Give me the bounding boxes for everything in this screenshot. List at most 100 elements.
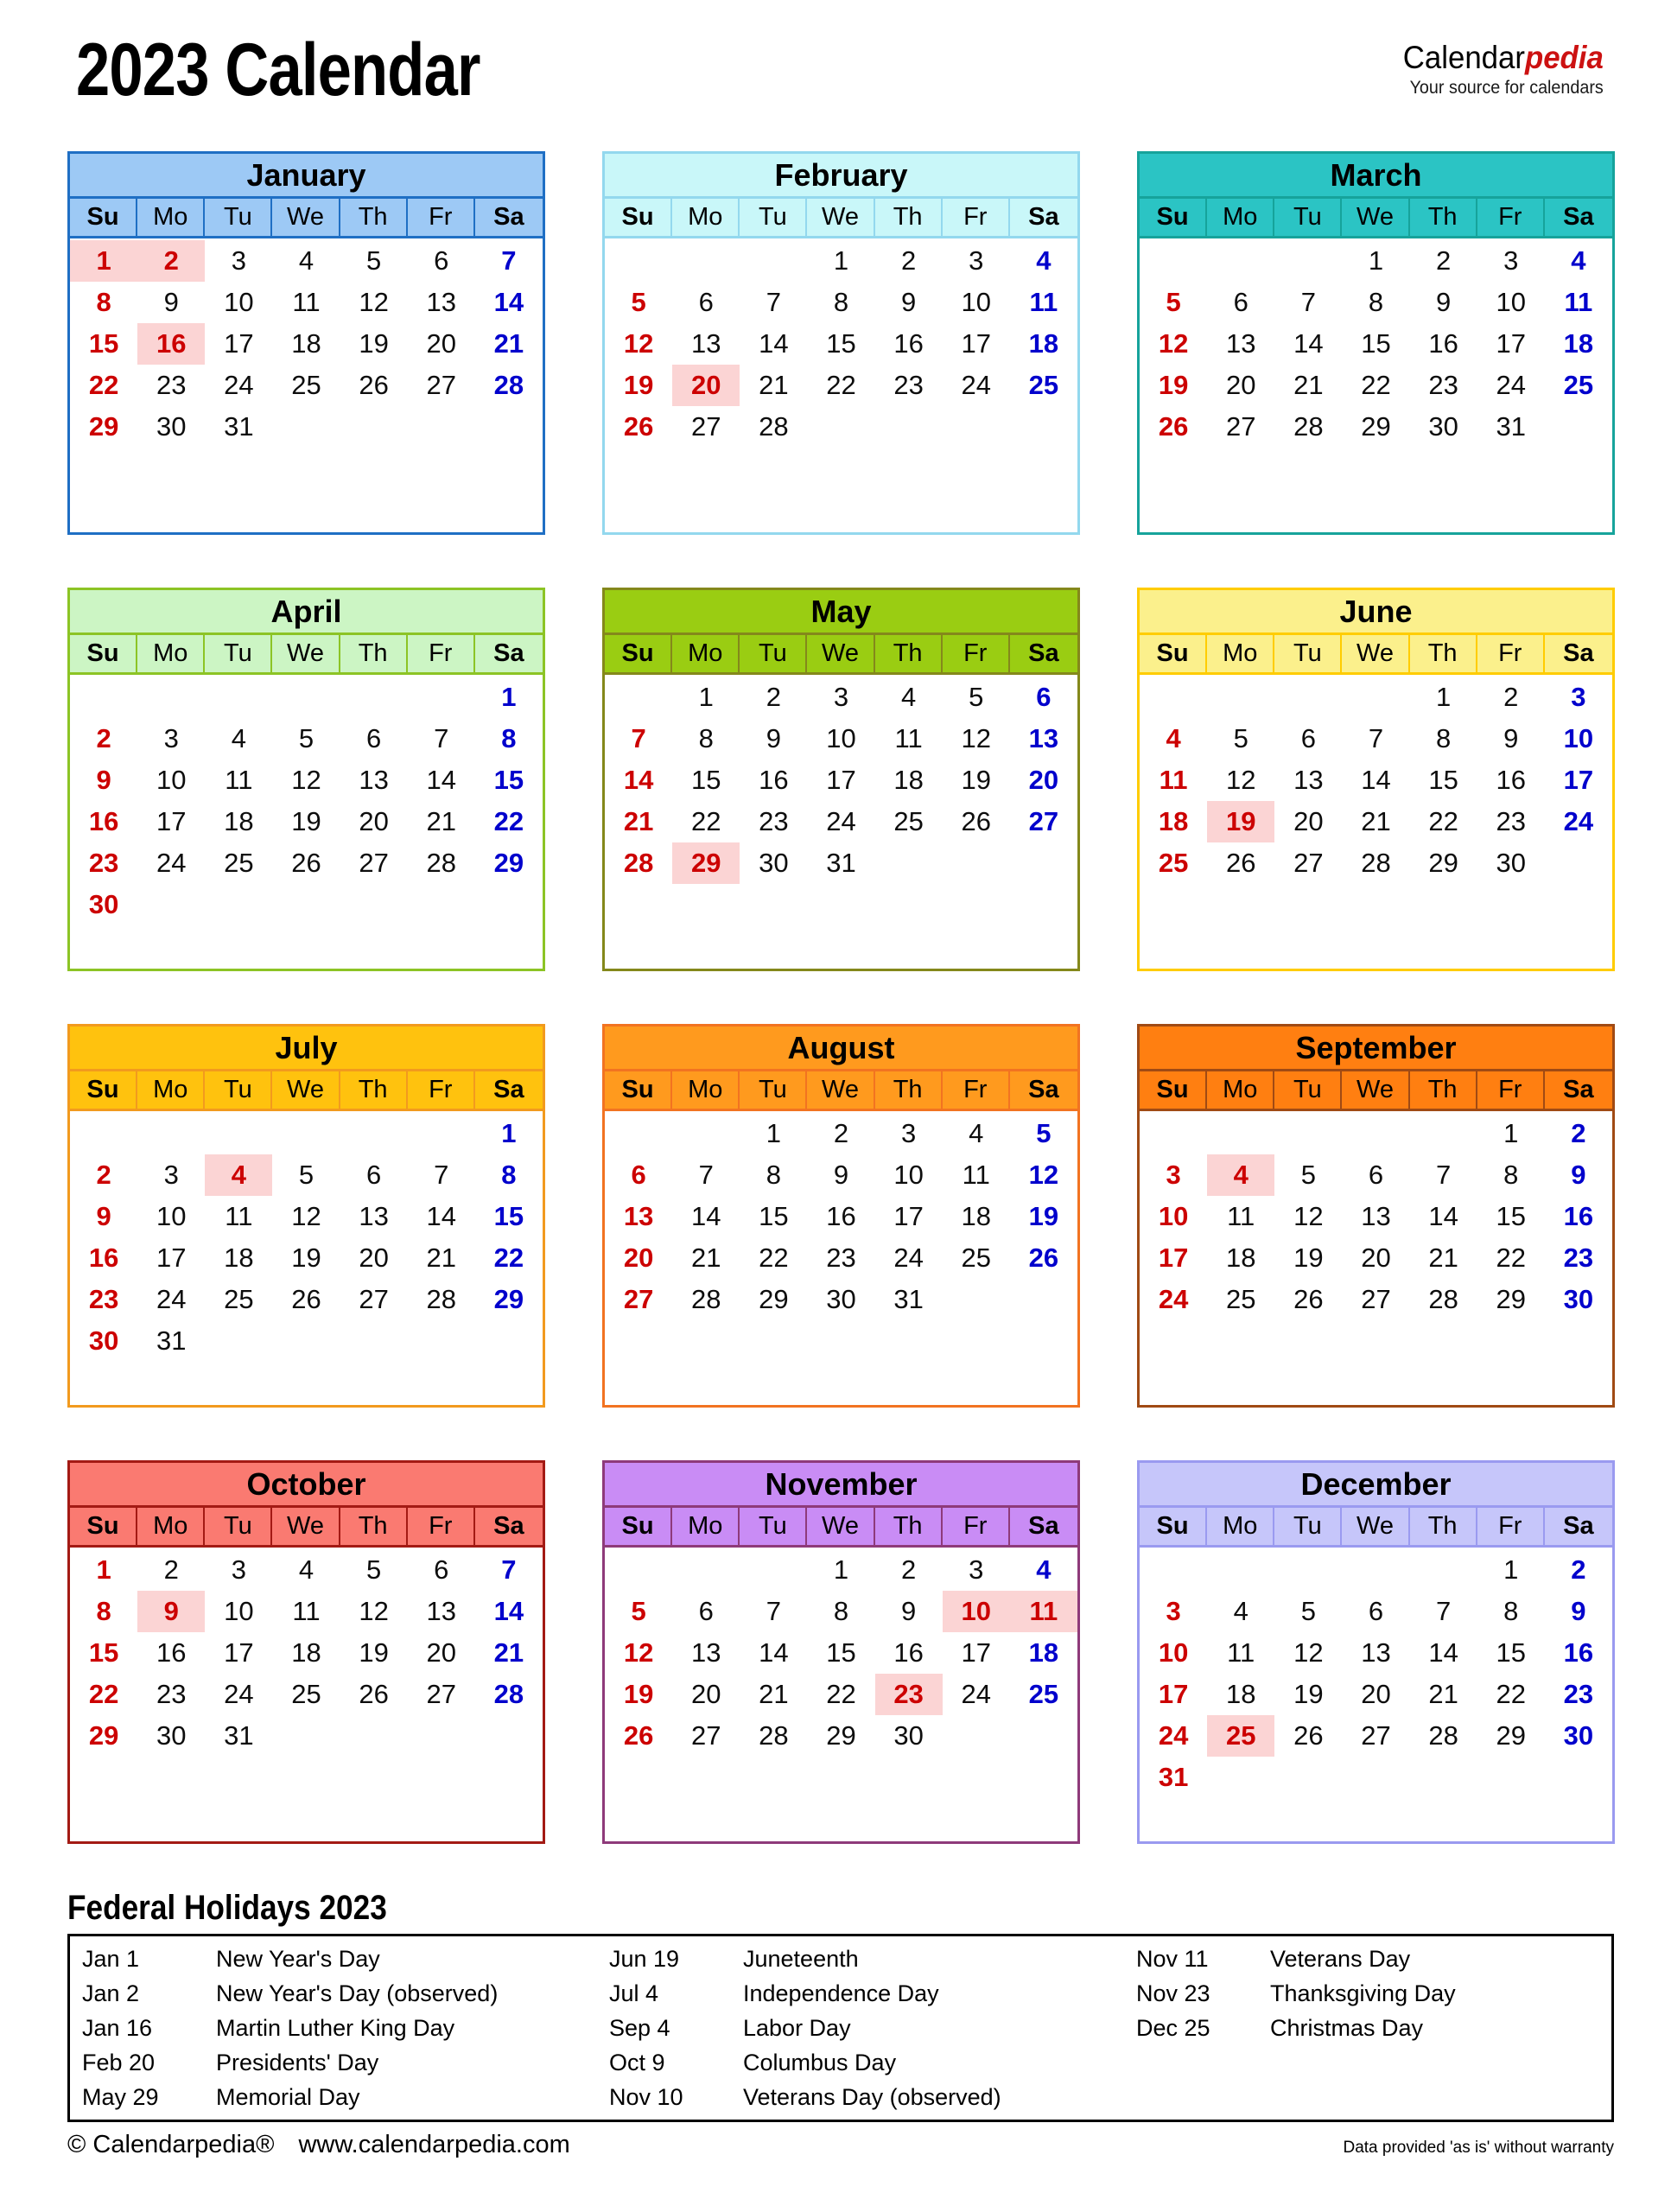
holiday-row: Dec 25 Christmas Day bbox=[1136, 2011, 1611, 2045]
day-cell: 29 bbox=[759, 1284, 789, 1314]
day-cell: 15 bbox=[759, 1201, 789, 1231]
brand-accent-text: pedia bbox=[1525, 40, 1604, 75]
day-cell: 4 bbox=[205, 1154, 273, 1196]
day-cell: 15 bbox=[1428, 765, 1458, 795]
day-of-week-header: Su Mo Tu We Th Fr Sa bbox=[605, 199, 1077, 238]
dow-su: Su bbox=[1140, 1071, 1208, 1109]
holiday-column-1: Jan 1 New Year's Day Jan 2 New Year's Day (… bbox=[70, 1942, 597, 2114]
day-cell: 29 bbox=[672, 842, 740, 884]
day-cell: 12 bbox=[291, 765, 321, 795]
day-of-week-header: Su Mo Tu We Th Fr Sa bbox=[1140, 1071, 1612, 1111]
day-cell: 18 bbox=[1028, 1637, 1059, 1668]
dow-tu: Tu bbox=[1274, 1071, 1343, 1109]
dow-fr: Fr bbox=[942, 199, 1010, 236]
month-title: September bbox=[1140, 1027, 1612, 1071]
day-cell: 14 bbox=[493, 287, 524, 317]
day-cell: 27 bbox=[1225, 411, 1256, 442]
day-cell: 30 bbox=[1428, 411, 1458, 442]
holiday-name: Veterans Day (observed) bbox=[743, 2083, 1001, 2110]
day-cell: 8 bbox=[833, 1596, 849, 1626]
dow-fr: Fr bbox=[1477, 1508, 1545, 1545]
day-cell-empty bbox=[605, 240, 672, 282]
dow-fr: Fr bbox=[942, 1071, 1010, 1109]
day-cell: 17 bbox=[1158, 1679, 1189, 1709]
day-cell: 26 bbox=[623, 411, 654, 442]
month-title: April bbox=[70, 590, 543, 635]
day-cell: 9 bbox=[1571, 1160, 1586, 1190]
holiday-row: Nov 11 Veterans Day bbox=[1136, 1942, 1611, 1976]
day-cell: 26 bbox=[1293, 1720, 1324, 1751]
calendarpedia-logo: Calendarpedia Your source for calendars bbox=[1390, 33, 1604, 99]
day-cell: 4 bbox=[1571, 245, 1586, 276]
day-cell: 4 bbox=[1207, 1154, 1275, 1196]
calendar-page: 2023 Calendar Calendarpedia Your source … bbox=[0, 0, 1671, 2212]
day-cell: 19 bbox=[359, 1637, 389, 1668]
day-cell: 8 bbox=[698, 723, 714, 753]
day-cell: 17 bbox=[961, 1637, 992, 1668]
day-cell: 31 bbox=[224, 1720, 254, 1751]
day-of-week-header: Su Mo Tu We Th Fr Sa bbox=[1140, 1508, 1612, 1548]
brand-name: Calendarpedia bbox=[1403, 41, 1604, 75]
day-cell: 4 bbox=[1036, 245, 1052, 276]
day-cell: 25 bbox=[224, 848, 254, 878]
day-of-week-header: Su Mo Tu We Th Fr Sa bbox=[70, 1508, 543, 1548]
day-cell: 26 bbox=[291, 848, 321, 878]
day-cell: 2 bbox=[901, 245, 917, 276]
day-cell: 28 bbox=[1293, 411, 1324, 442]
dow-we: We bbox=[807, 1071, 875, 1109]
day-cell-empty bbox=[340, 677, 408, 718]
day-cell-empty bbox=[1274, 1113, 1342, 1154]
day-cell: 4 bbox=[1166, 723, 1181, 753]
day-cell: 2 bbox=[901, 1554, 917, 1585]
day-cell: 9 bbox=[163, 287, 179, 317]
dow-tu: Tu bbox=[205, 1071, 273, 1109]
day-cell-empty bbox=[1207, 1549, 1274, 1591]
day-cell: 29 bbox=[1496, 1720, 1527, 1751]
day-cell: 16 bbox=[759, 765, 789, 795]
dow-mo: Mo bbox=[1207, 1508, 1275, 1545]
day-cell: 6 bbox=[1036, 682, 1052, 712]
day-cell: 16 bbox=[1428, 328, 1458, 359]
day-cell: 31 bbox=[893, 1284, 924, 1314]
day-cell: 15 bbox=[1496, 1201, 1527, 1231]
day-cell: 24 bbox=[224, 1679, 254, 1709]
dow-tu: Tu bbox=[1274, 635, 1343, 672]
holiday-name: Christmas Day bbox=[1270, 2014, 1424, 2041]
dow-su: Su bbox=[70, 1508, 138, 1545]
dow-th: Th bbox=[874, 199, 943, 236]
dow-su: Su bbox=[70, 199, 138, 236]
day-cell: 20 bbox=[1225, 370, 1256, 400]
day-cell: 1 bbox=[501, 682, 517, 712]
day-cell: 22 bbox=[826, 370, 856, 400]
day-cell: 28 bbox=[1428, 1720, 1458, 1751]
day-cell: 17 bbox=[893, 1201, 924, 1231]
month-card-may: May Su Mo Tu We Th Fr Sa 1 2 3 4 5 6 7 8 9 10 11 12 13 14 15 16… bbox=[602, 588, 1080, 971]
website-url[interactable]: www.calendarpedia.com bbox=[298, 2131, 569, 2158]
day-cell: 6 bbox=[366, 723, 382, 753]
day-cell-empty bbox=[272, 1113, 340, 1154]
dow-mo: Mo bbox=[137, 1508, 206, 1545]
day-cell: 5 bbox=[1166, 287, 1181, 317]
dow-tu: Tu bbox=[205, 1508, 273, 1545]
day-cell: 26 bbox=[359, 1679, 389, 1709]
day-cell: 26 bbox=[1293, 1284, 1324, 1314]
day-cell-empty bbox=[605, 1549, 672, 1591]
day-cell-empty bbox=[1207, 677, 1274, 718]
day-cell: 30 bbox=[156, 411, 187, 442]
day-of-week-header: Su Mo Tu We Th Fr Sa bbox=[605, 1508, 1077, 1548]
day-cell: 13 bbox=[359, 1201, 389, 1231]
day-cell: 28 bbox=[493, 370, 524, 400]
day-cell: 25 bbox=[1028, 1679, 1059, 1709]
day-cell: 16 bbox=[137, 323, 206, 365]
day-cell: 17 bbox=[961, 328, 992, 359]
dow-we: We bbox=[807, 635, 875, 672]
day-cell-empty bbox=[1274, 240, 1342, 282]
day-cell: 13 bbox=[1361, 1201, 1391, 1231]
month-title: February bbox=[605, 154, 1077, 199]
day-cell: 5 bbox=[298, 723, 315, 753]
day-cell: 8 bbox=[1503, 1160, 1519, 1190]
day-cell: 3 bbox=[833, 682, 849, 712]
days-grid: 1 2 3 4 5 6 7 8 9 10 11 12 13 14 15 16 17 18 19 20 21 22 23 24 2… bbox=[1140, 1111, 1612, 1405]
day-cell: 22 bbox=[1496, 1243, 1527, 1273]
day-cell: 3 bbox=[163, 1160, 179, 1190]
